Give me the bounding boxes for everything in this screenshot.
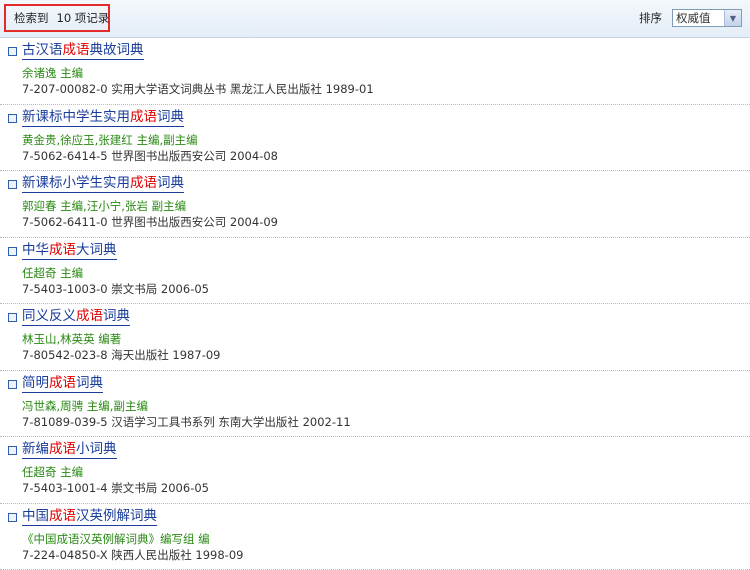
result-authors: 黄金贵,徐应玉,张建红 主编,副主编 — [22, 132, 198, 148]
square-bullet-icon — [8, 380, 17, 389]
result-item: 同义反义成语词典 林玉山,林英英 编著 7-80542-023-8 海天出版社 … — [0, 304, 750, 371]
result-authors: 余诸逸 主编 — [22, 65, 83, 81]
results-header-bar: 检索到 10 项记录 排序 权威值 ▼ — [0, 0, 750, 38]
result-title-link[interactable]: 古汉语成语典故词典 — [22, 42, 144, 60]
result-item: 新课标小学生实用成语词典 郭迎春 主编,汪小宁,张岩 副主编 7-5062-64… — [0, 171, 750, 238]
result-publication-info: 7-5403-1003-0 崇文书局 2006-05 — [22, 281, 209, 297]
result-publication-info: 7-5062-6411-0 世界图书出版西安公司 2004-09 — [22, 214, 278, 230]
result-title-link[interactable]: 新课标小学生实用成语词典 — [22, 175, 184, 193]
result-publication-info: 7-80542-023-8 海天出版社 1987-09 — [22, 347, 220, 363]
result-title-link[interactable]: 中华成语大词典 — [22, 242, 117, 260]
result-title-link[interactable]: 中国成语汉英例解词典 — [22, 508, 157, 526]
result-count: 检索到 10 项记录 — [4, 4, 110, 32]
sort-dropdown[interactable]: 权威值 ▼ — [672, 9, 742, 27]
result-count-value: 10 项记录 — [57, 10, 110, 26]
result-title-link[interactable]: 新编成语小词典 — [22, 441, 117, 459]
sort-control: 排序 权威值 ▼ — [639, 9, 742, 27]
result-title-link[interactable]: 同义反义成语词典 — [22, 308, 130, 326]
result-list: 古汉语成语典故词典 余诸逸 主编 7-207-00082-0 实用大学语文词典丛… — [0, 38, 750, 570]
square-bullet-icon — [8, 47, 17, 56]
result-title-link[interactable]: 简明成语词典 — [22, 375, 103, 393]
result-authors: 林玉山,林英英 编著 — [22, 331, 121, 347]
square-bullet-icon — [8, 446, 17, 455]
sort-label: 排序 — [639, 10, 662, 26]
result-authors: 冯世森,周骋 主编,副主编 — [22, 398, 148, 414]
result-item: 中国成语汉英例解词典 《中国成语汉英例解词典》编写组 编 7-224-04850… — [0, 504, 750, 570]
result-authors: 《中国成语汉英例解词典》编写组 编 — [22, 531, 210, 547]
square-bullet-icon — [8, 513, 17, 522]
result-item: 中华成语大词典 任超奇 主编 7-5403-1003-0 崇文书局 2006-0… — [0, 238, 750, 305]
result-authors: 郭迎春 主编,汪小宁,张岩 副主编 — [22, 198, 186, 214]
result-item: 简明成语词典 冯世森,周骋 主编,副主编 7-81089-039-5 汉语学习工… — [0, 371, 750, 438]
result-item: 新编成语小词典 任超奇 主编 7-5403-1001-4 崇文书局 2006-0… — [0, 437, 750, 504]
result-item: 古汉语成语典故词典 余诸逸 主编 7-207-00082-0 实用大学语文词典丛… — [0, 38, 750, 105]
result-item: 新课标中学生实用成语词典 黄金贵,徐应玉,张建红 主编,副主编 7-5062-6… — [0, 105, 750, 172]
result-publication-info: 7-81089-039-5 汉语学习工具书系列 东南大学出版社 2002-11 — [22, 414, 351, 430]
result-publication-info: 7-207-00082-0 实用大学语文词典丛书 黑龙江人民出版社 1989-0… — [22, 81, 374, 97]
result-publication-info: 7-224-04850-X 陕西人民出版社 1998-09 — [22, 547, 243, 563]
result-authors: 任超奇 主编 — [22, 464, 83, 480]
result-title-link[interactable]: 新课标中学生实用成语词典 — [22, 109, 184, 127]
result-publication-info: 7-5062-6414-5 世界图书出版西安公司 2004-08 — [22, 148, 278, 164]
result-authors: 任超奇 主编 — [22, 265, 83, 281]
square-bullet-icon — [8, 247, 17, 256]
result-count-prefix: 检索到 — [14, 10, 49, 26]
sort-selected-value: 权威值 — [676, 10, 711, 26]
square-bullet-icon — [8, 180, 17, 189]
result-publication-info: 7-5403-1001-4 崇文书局 2006-05 — [22, 480, 209, 496]
square-bullet-icon — [8, 313, 17, 322]
square-bullet-icon — [8, 114, 17, 123]
chevron-down-icon[interactable]: ▼ — [724, 10, 741, 26]
